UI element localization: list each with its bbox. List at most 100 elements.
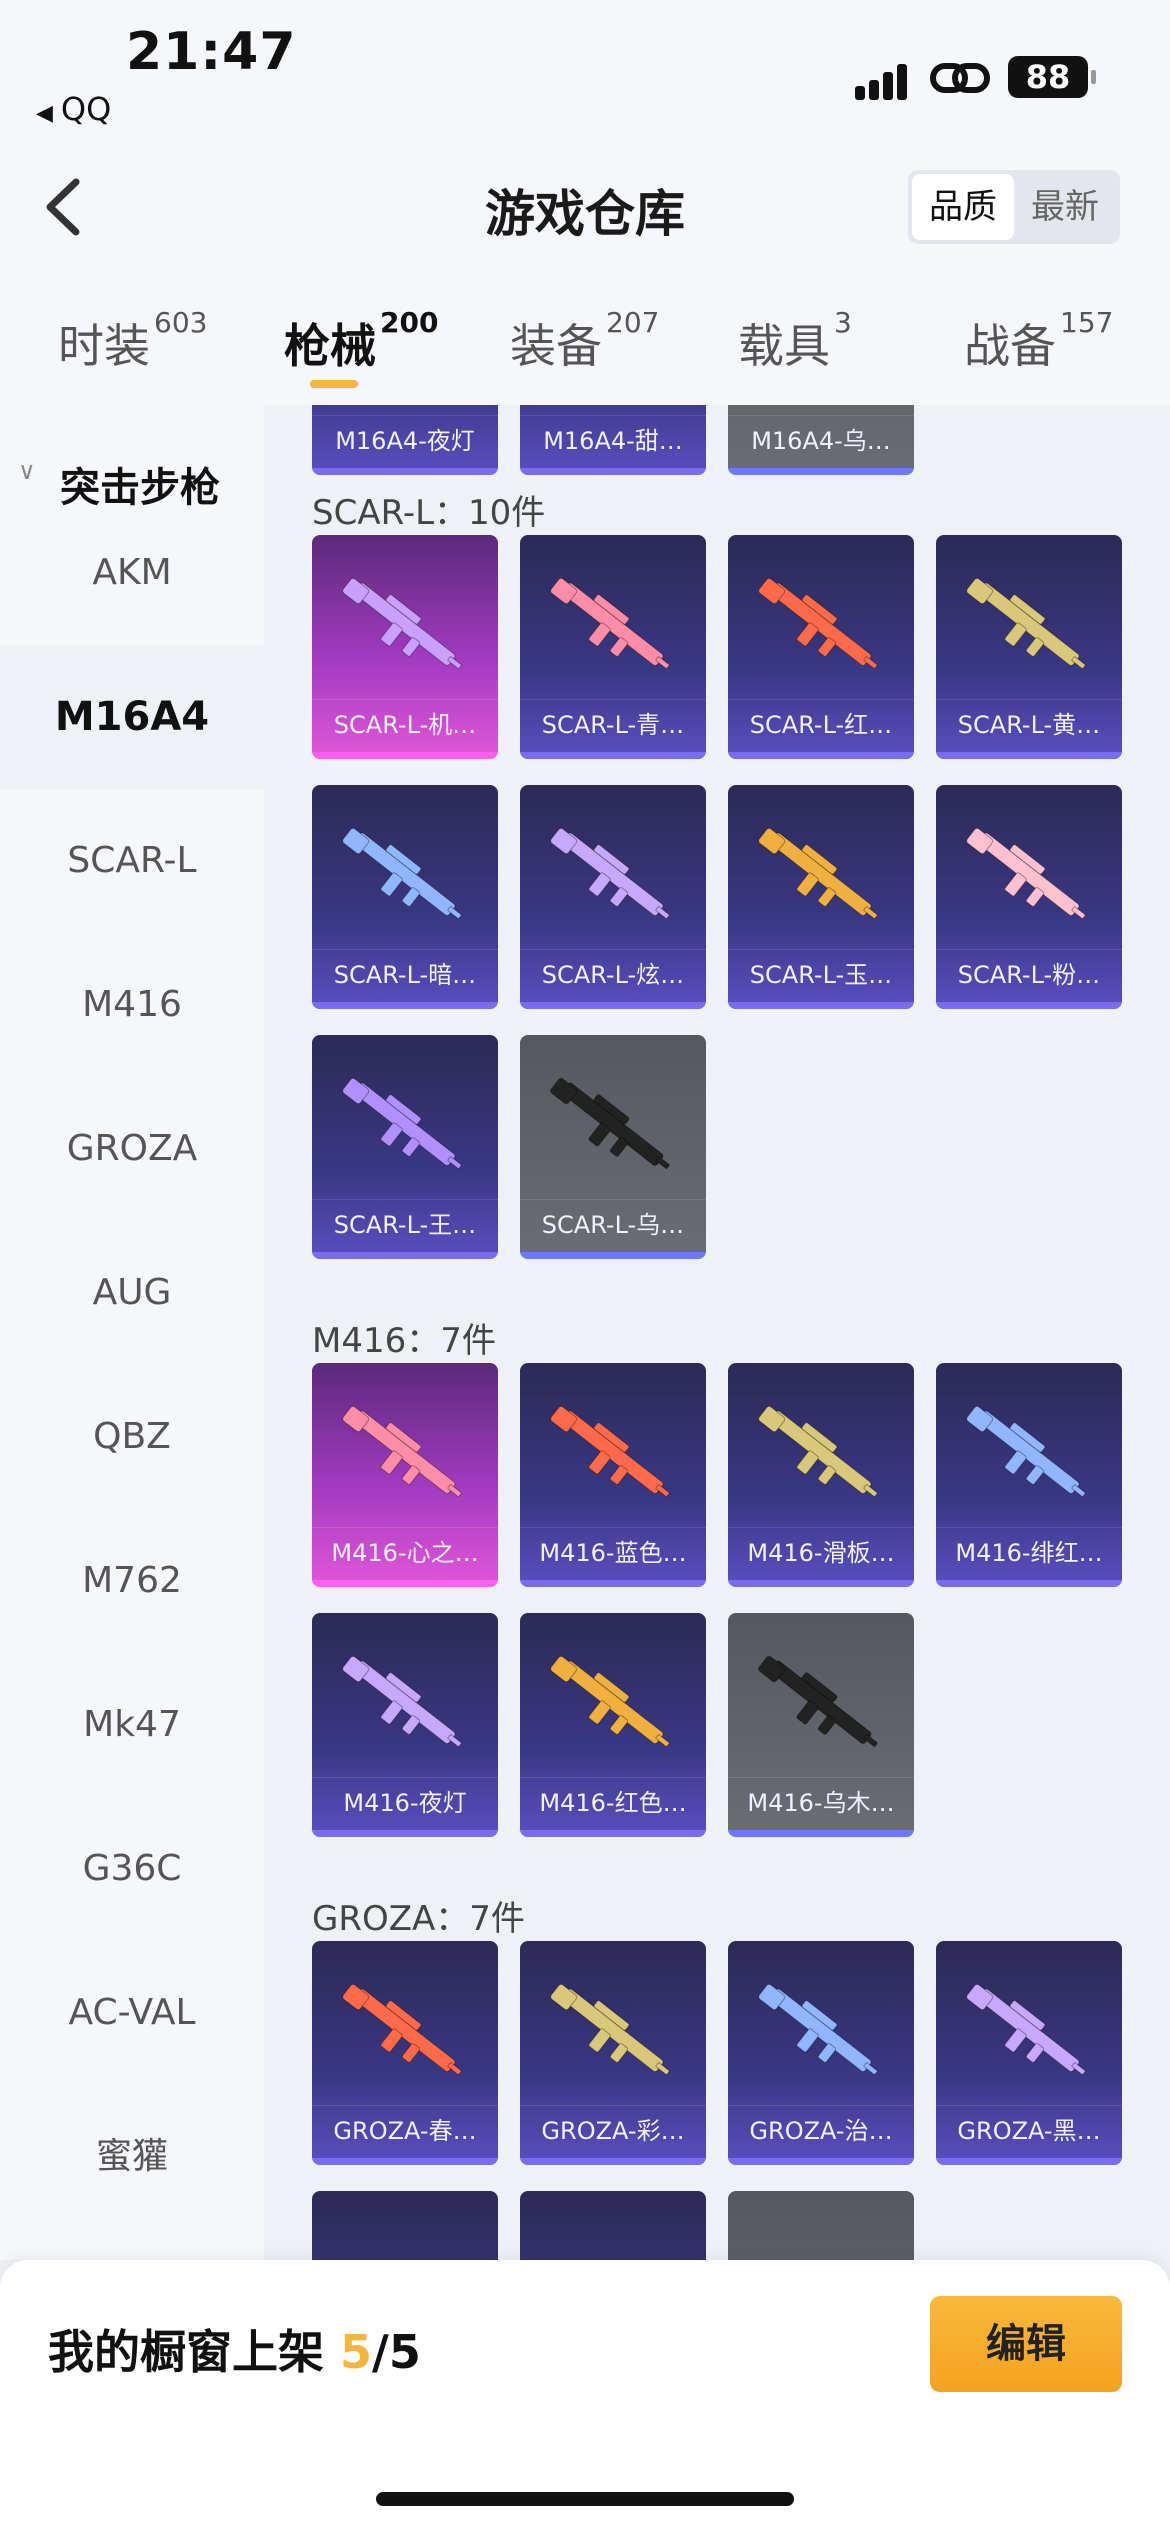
sidebar-item-aug[interactable]: AUG [0, 1221, 264, 1365]
showcase-current-count: 5 [340, 2325, 373, 2379]
weapon-skin-card-partial[interactable] [312, 2191, 498, 2260]
rarity-bar [312, 1002, 498, 1009]
weapon-skin-card-partial[interactable] [520, 2191, 706, 2260]
weapon-skin-card[interactable]: SCAR-L-炫… [520, 785, 706, 1009]
signal-icon [855, 60, 915, 100]
section-title: M416：7件 [312, 1321, 496, 1361]
weapon-skin-card[interactable]: M416-乌木… [728, 1613, 914, 1837]
sort-option-newest[interactable]: 最新 [1014, 174, 1116, 240]
tab-label: 载具 [738, 319, 830, 373]
rarity-bar [312, 752, 498, 759]
back-app-label: QQ [60, 90, 112, 128]
weapon-skin-card[interactable]: SCAR-L-机… [312, 535, 498, 759]
weapon-skin-card[interactable]: M416-心之… [312, 1363, 498, 1587]
tab-firearms[interactable]: 枪械 200 [284, 306, 438, 376]
back-triangle-icon: ◀ [36, 101, 53, 126]
weapon-skin-card[interactable]: M416-蓝色… [520, 1363, 706, 1587]
weapon-skin-card[interactable]: SCAR-L-黄… [936, 535, 1122, 759]
weapon-skin-card[interactable]: SCAR-L-红… [728, 535, 914, 759]
weapon-skin-name: GROZA-春… [312, 2105, 498, 2155]
weapon-skin-card[interactable]: M16A4-甜… [520, 405, 706, 475]
header: 游戏仓库 品质 最新 [0, 140, 1170, 270]
rarity-bar [312, 1580, 498, 1587]
weapon-skin-image [342, 577, 462, 669]
weapon-skin-image [966, 577, 1086, 669]
weapon-skin-name: GROZA-治… [728, 2105, 914, 2155]
sidebar-item-qbz[interactable]: QBZ [0, 1365, 264, 1509]
weapon-skin-name: GROZA-黑… [936, 2105, 1122, 2155]
weapon-skin-name: GROZA-彩… [520, 2105, 706, 2155]
sidebar-item-honey-badger[interactable]: 蜜獾 [0, 2085, 264, 2229]
rarity-bar [520, 2158, 706, 2165]
weapon-skin-card[interactable]: SCAR-L-暗… [312, 785, 498, 1009]
battery-icon: 88 [1008, 56, 1096, 98]
sidebar-item-g36c[interactable]: G36C [0, 1797, 264, 1941]
weapon-skin-card[interactable]: GROZA-治… [728, 1941, 914, 2165]
sidebar-item-m416[interactable]: M416 [0, 933, 264, 1077]
section-title: SCAR-L：10件 [312, 493, 546, 533]
weapon-skin-card[interactable]: GROZA-黑… [936, 1941, 1122, 2165]
weapon-skin-card[interactable]: SCAR-L-乌… [520, 1035, 706, 1259]
sidebar-item-groza[interactable]: GROZA [0, 1077, 264, 1221]
sort-option-quality[interactable]: 品质 [912, 174, 1014, 240]
tab-fashion[interactable]: 时装 603 [58, 306, 207, 376]
weapon-skin-name: SCAR-L-玉… [728, 949, 914, 999]
weapon-skin-image [758, 577, 878, 669]
back-to-app-link[interactable]: ◀ QQ [36, 90, 111, 128]
rarity-bar [936, 1580, 1122, 1587]
rarity-bar [936, 2158, 1122, 2165]
rarity-bar [520, 1252, 706, 1259]
weapon-skin-card[interactable]: SCAR-L-粉… [936, 785, 1122, 1009]
weapon-skin-image [342, 1983, 462, 2075]
tab-count: 207 [606, 306, 660, 339]
weapon-skin-card[interactable]: M16A4-乌… [728, 405, 914, 475]
weapon-skin-name: SCAR-L-乌… [520, 1199, 706, 1249]
rarity-bar [728, 1002, 914, 1009]
weapon-skin-name: M416-滑板… [728, 1527, 914, 1577]
rarity-bar [312, 1830, 498, 1837]
status-bar: 21:47 ◀ QQ 88 [0, 0, 1170, 140]
tab-battle-prep[interactable]: 战备 157 [964, 306, 1113, 376]
skin-grid: M16A4-夜灯 M16A4-甜… M16A4-乌… SCAR-L：10件 SCAR-L… [264, 405, 1170, 2260]
sidebar-item-ac-val[interactable]: AC-VAL [0, 1941, 264, 2085]
rarity-bar [520, 1002, 706, 1009]
weapon-skin-card[interactable]: GROZA-彩… [520, 1941, 706, 2165]
weapon-skin-name: M416-夜灯 [312, 1777, 498, 1827]
tab-count: 200 [380, 306, 439, 339]
sidebar-item-m16a4[interactable]: M16A4 [0, 645, 264, 789]
showcase-label: 我的橱窗上架 5/5 [48, 2316, 421, 2382]
weapon-skin-card[interactable]: M16A4-夜灯 [312, 405, 498, 475]
weapon-skin-card[interactable]: M416-滑板… [728, 1363, 914, 1587]
weapon-skin-image [966, 827, 1086, 919]
rarity-bar [728, 752, 914, 759]
weapon-skin-card[interactable]: GROZA-春… [312, 1941, 498, 2165]
tab-count: 157 [1060, 306, 1114, 339]
weapon-skin-card[interactable]: SCAR-L-青… [520, 535, 706, 759]
rarity-bar [936, 752, 1122, 759]
weapon-skin-card-partial[interactable] [728, 2191, 914, 2260]
weapon-skin-image [342, 1655, 462, 1747]
weapon-skin-card[interactable]: SCAR-L-王… [312, 1035, 498, 1259]
sidebar-item-mk47[interactable]: Mk47 [0, 1653, 264, 1797]
rarity-bar [520, 1830, 706, 1837]
edit-button[interactable]: 编辑 [930, 2296, 1122, 2392]
weapon-skin-card[interactable]: M416-夜灯 [312, 1613, 498, 1837]
rarity-bar [312, 468, 498, 475]
sidebar-item-scar-l[interactable]: SCAR-L [0, 789, 264, 933]
weapon-skin-card[interactable]: SCAR-L-玉… [728, 785, 914, 1009]
weapon-skin-image [966, 1405, 1086, 1497]
tab-equipment[interactable]: 装备 207 [510, 306, 659, 376]
weapon-skin-image [550, 1077, 670, 1169]
weapon-skin-image [342, 1077, 462, 1169]
weapon-skin-card[interactable]: M416-绯红… [936, 1363, 1122, 1587]
tab-label: 战备 [964, 319, 1056, 373]
weapon-skin-image [342, 1405, 462, 1497]
weapon-skin-image [758, 827, 878, 919]
sidebar-item-akm[interactable]: AKM [0, 501, 264, 645]
tab-vehicles[interactable]: 载具 3 [738, 306, 852, 376]
weapon-skin-card[interactable]: M416-红色… [520, 1613, 706, 1837]
weapon-skin-name: SCAR-L-粉… [936, 949, 1122, 999]
tab-count: 603 [154, 306, 208, 339]
sidebar-item-m762[interactable]: M762 [0, 1509, 264, 1653]
weapon-skin-image [758, 1405, 878, 1497]
